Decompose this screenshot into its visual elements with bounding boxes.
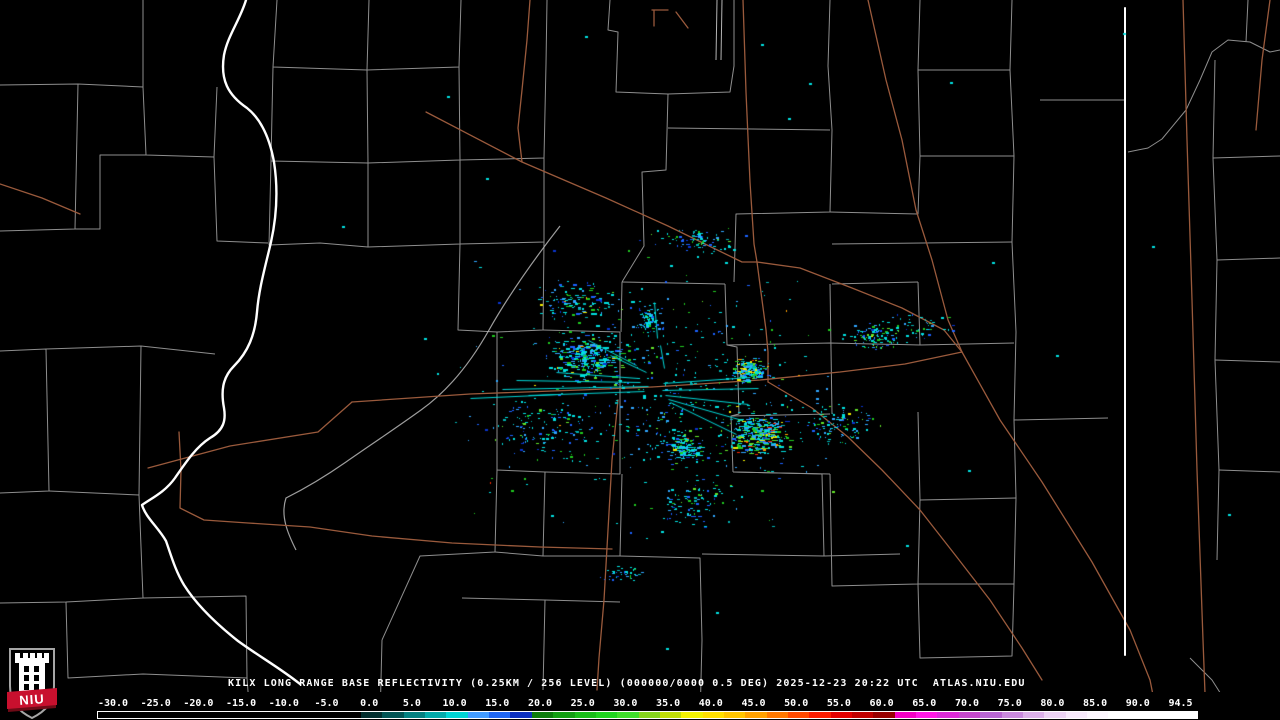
colorbar-segment [873,712,896,718]
colorbar-segment [766,712,789,718]
colorbar-label: -25.0 [140,698,171,709]
colorbar [97,711,1198,719]
colorbar-label: 20.0 [527,698,553,709]
colorbar-segment [382,712,405,718]
colorbar-segment [467,712,490,718]
colorbar-segment [446,712,469,718]
colorbar-label: 30.0 [613,698,638,709]
colorbar-segment [361,712,383,718]
colorbar-label: 70.0 [954,698,980,709]
colorbar-label: 0.0 [360,698,379,709]
colorbar-segment [937,712,960,718]
colorbar-label: 50.0 [784,698,809,709]
colorbar-labels: -30.0 -25.0 -20.0 -15.0 -10.0 -5.0 0.0 5.0 10.0 1… [0,698,1280,710]
colorbar-segment [702,712,725,718]
colorbar-segment [638,712,661,718]
colorbar-label: 25.0 [570,698,595,709]
colorbar-label: -15.0 [226,698,257,709]
colorbar-segment [681,712,704,718]
colorbar-segment [894,712,917,718]
colorbar-segment [574,712,597,718]
colorbar-segment [723,712,746,718]
colorbar-label: 94.5 [1168,698,1193,709]
colorbar-segment [553,712,576,718]
colorbar-segment [788,712,810,718]
colorbar-segment [809,712,832,718]
colorbar-label: 35.0 [656,698,681,709]
colorbar-label: 65.0 [912,698,937,709]
colorbar-label: -20.0 [183,698,214,709]
colorbar-segment [1086,712,1109,718]
niu-logo: NIU [7,648,57,720]
logo-text: NIU [19,691,45,708]
colorbar-segment [980,712,1003,718]
colorbar-segment [1065,712,1088,718]
colorbar-segment [489,712,512,718]
colorbar-segment [830,712,853,718]
colorbar-segment [617,712,640,718]
colorbar-label: 75.0 [997,698,1022,709]
colorbar-segment [1044,712,1067,718]
colorbar-segment-white-tail [1129,712,1197,718]
colorbar-segment [595,712,618,718]
colorbar-segment [531,712,554,718]
radar-echoes [0,0,1280,720]
colorbar-label: 55.0 [826,698,851,709]
colorbar-segment [916,712,939,718]
colorbar-segment [403,712,426,718]
colorbar-segment [1022,712,1045,718]
caption-text: KILX LONG RANGE BASE REFLECTIVITY (0.25K… [228,678,1026,689]
colorbar-label: 40.0 [698,698,723,709]
colorbar-segment [510,712,533,718]
colorbar-label: 90.0 [1125,698,1150,709]
radar-map-stage: KILX LONG RANGE BASE REFLECTIVITY (0.25K… [0,0,1280,720]
colorbar-segment [1108,712,1131,718]
colorbar-segment [1001,712,1024,718]
colorbar-segment [852,712,874,718]
colorbar-label: 5.0 [402,698,421,709]
castle-icon [15,653,49,691]
colorbar-label: 60.0 [869,698,894,709]
colorbar-segment [958,712,981,718]
colorbar-label: 15.0 [485,698,510,709]
colorbar-label: 10.0 [442,698,467,709]
colorbar-segment [425,712,447,718]
colorbar-segment [659,712,682,718]
colorbar-label: -5.0 [314,698,339,709]
colorbar-label: -30.0 [97,698,129,709]
colorbar-segment [745,712,768,718]
colorbar-label: -10.0 [268,698,299,709]
colorbar-label: 80.0 [1040,698,1065,709]
colorbar-label: 45.0 [741,698,766,709]
colorbar-label: 85.0 [1083,698,1108,709]
